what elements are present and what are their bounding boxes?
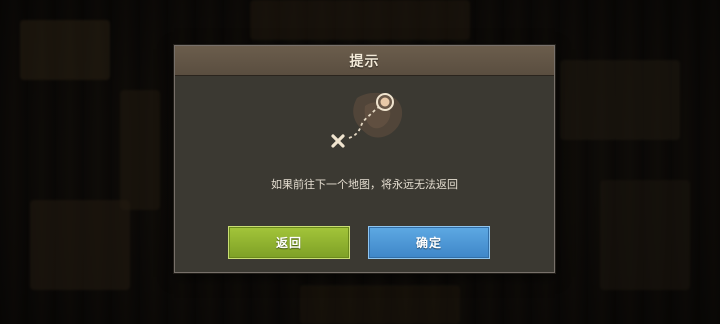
map-route-icon [331, 92, 403, 148]
dialog: 提示 如果前往下一个地图，将永远无法返回 返回 确定 [174, 45, 555, 273]
x-mark-icon [331, 134, 345, 148]
back-button-label: 返回 [275, 236, 302, 250]
dialog-message: 如果前往下一个地图，将永远无法返回 [271, 178, 458, 191]
back-button[interactable]: 返回 [228, 226, 350, 259]
dialog-title: 提示 [349, 53, 380, 70]
confirm-button-label: 确定 [415, 236, 442, 250]
dialog-header: 提示 [175, 46, 554, 76]
destination-marker-icon [376, 93, 394, 111]
confirm-button[interactable]: 确定 [368, 226, 490, 259]
